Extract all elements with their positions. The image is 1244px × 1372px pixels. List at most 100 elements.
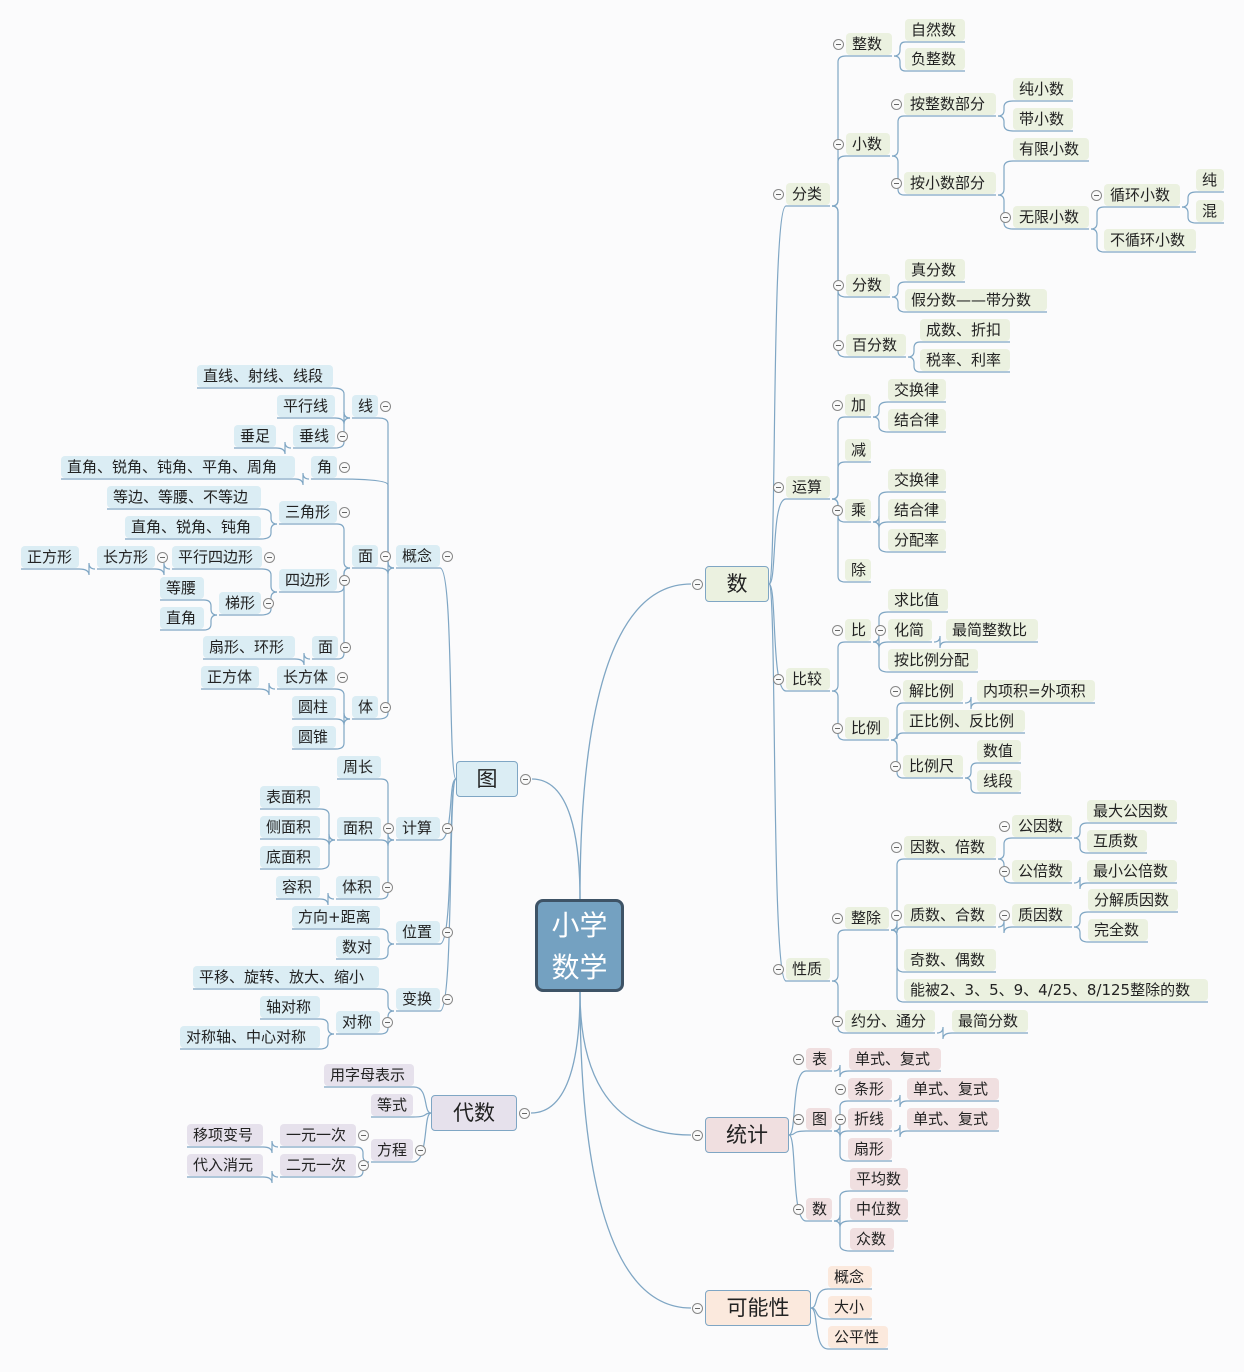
node-changfangti[interactable]: 长方体 bbox=[277, 666, 335, 688]
node-zhengfan[interactable]: 正比例、反比例 bbox=[903, 710, 1025, 732]
node-xunhuan[interactable]: 循环小数 bbox=[1104, 184, 1180, 206]
node-zhishu[interactable]: 质数、合数 bbox=[904, 904, 996, 926]
node-zhongwei[interactable]: 中位数 bbox=[850, 1198, 908, 1220]
node-daixiaoshu[interactable]: 带小数 bbox=[1013, 108, 1073, 130]
node-yunsuan[interactable]: 运算 bbox=[786, 476, 830, 498]
node-mian[interactable]: 面 bbox=[352, 545, 378, 567]
collapse-toggle-icon[interactable] bbox=[339, 574, 350, 586]
collapse-toggle-icon[interactable] bbox=[832, 1015, 843, 1027]
collapse-toggle-icon[interactable] bbox=[519, 1107, 530, 1119]
collapse-toggle-icon[interactable] bbox=[891, 909, 902, 921]
node-fenshu[interactable]: 分数 bbox=[846, 274, 890, 296]
node-baifenshu[interactable]: 百分数 bbox=[846, 334, 906, 356]
node-mianji[interactable]: 面积 bbox=[337, 817, 381, 839]
collapse-toggle-icon[interactable] bbox=[793, 1203, 804, 1215]
collapse-toggle-icon[interactable] bbox=[692, 1302, 703, 1314]
node-xianduan[interactable]: 线段 bbox=[977, 770, 1021, 792]
node-youxian[interactable]: 有限小数 bbox=[1013, 138, 1089, 160]
node-yinshu[interactable]: 因数、倍数 bbox=[904, 836, 996, 858]
collapse-toggle-icon[interactable] bbox=[1000, 211, 1011, 223]
node-zhenfenshu[interactable]: 真分数 bbox=[905, 259, 965, 281]
node-yiyuan[interactable]: 一元一次 bbox=[280, 1124, 356, 1146]
node-pingxing[interactable]: 平行线 bbox=[277, 395, 335, 417]
node-jia[interactable]: 加 bbox=[845, 394, 871, 416]
node-zhixian[interactable]: 直线、射线、线段 bbox=[197, 365, 333, 387]
node-cheng[interactable]: 乘 bbox=[845, 499, 871, 521]
collapse-toggle-icon[interactable] bbox=[380, 701, 391, 713]
collapse-toggle-icon[interactable] bbox=[890, 760, 901, 772]
node-zhengfang[interactable]: 正方形 bbox=[21, 546, 79, 568]
node-jiaos[interactable]: 直角、锐角、钝角、平角、周角 bbox=[61, 456, 295, 478]
collapse-toggle-icon[interactable] bbox=[264, 551, 275, 563]
node-daishu[interactable]: 代数 bbox=[431, 1095, 517, 1131]
node-bilichi[interactable]: 比例尺 bbox=[903, 755, 963, 777]
collapse-toggle-icon[interactable] bbox=[380, 550, 391, 562]
node-biaomianji[interactable]: 表面积 bbox=[260, 786, 320, 808]
collapse-toggle-icon[interactable] bbox=[442, 550, 453, 562]
node-buxunhuan[interactable]: 不循环小数 bbox=[1104, 229, 1196, 251]
node-jiou[interactable]: 奇数、偶数 bbox=[904, 949, 996, 971]
node-jisuan[interactable]: 计算 bbox=[396, 817, 440, 839]
node-jiao[interactable]: 角 bbox=[311, 456, 337, 478]
node-yixiang[interactable]: 移项变号 bbox=[187, 1124, 263, 1146]
node-neixiang[interactable]: 内项积=外项积 bbox=[977, 680, 1095, 702]
node-pingjun[interactable]: 平均数 bbox=[850, 1168, 908, 1190]
collapse-toggle-icon[interactable] bbox=[263, 597, 274, 609]
collapse-toggle-icon[interactable] bbox=[891, 98, 902, 110]
node-tu2[interactable]: 图 bbox=[806, 1108, 832, 1130]
collapse-toggle-icon[interactable] bbox=[833, 339, 844, 351]
node-tongji[interactable]: 统计 bbox=[705, 1117, 789, 1153]
collapse-toggle-icon[interactable] bbox=[358, 1159, 369, 1171]
node-xingzhi[interactable]: 性质 bbox=[786, 958, 830, 980]
node-gainian2[interactable]: 概念 bbox=[828, 1266, 872, 1288]
node-zuijianfenshu[interactable]: 最简分数 bbox=[952, 1010, 1028, 1032]
node-bili[interactable]: 比例 bbox=[845, 717, 889, 739]
node-wanquan[interactable]: 完全数 bbox=[1088, 919, 1148, 941]
node-cemianji[interactable]: 侧面积 bbox=[260, 816, 320, 838]
node-zhijiao[interactable]: 直角 bbox=[160, 607, 204, 629]
node-biao[interactable]: 表 bbox=[806, 1048, 832, 1070]
collapse-toggle-icon[interactable] bbox=[835, 1083, 846, 1095]
collapse-toggle-icon[interactable] bbox=[339, 506, 350, 518]
node-yuanzhu[interactable]: 圆柱 bbox=[292, 696, 336, 718]
node-gainian[interactable]: 概念 bbox=[396, 545, 440, 567]
node-huajian[interactable]: 化简 bbox=[888, 619, 932, 641]
collapse-toggle-icon[interactable] bbox=[1091, 189, 1102, 201]
node-weizhi[interactable]: 位置 bbox=[396, 921, 440, 943]
node-changfang[interactable]: 长方形 bbox=[97, 546, 155, 568]
node-fenlei[interactable]: 分类 bbox=[786, 183, 830, 205]
collapse-toggle-icon[interactable] bbox=[340, 641, 351, 653]
node-jia_jh2[interactable]: 结合律 bbox=[888, 409, 946, 431]
node-shanxing[interactable]: 扇形 bbox=[848, 1138, 892, 1160]
node-jiebili[interactable]: 解比例 bbox=[903, 680, 963, 702]
collapse-toggle-icon[interactable] bbox=[380, 400, 391, 412]
collapse-toggle-icon[interactable] bbox=[875, 624, 886, 636]
node-sibian[interactable]: 四边形 bbox=[279, 569, 337, 591]
node-bijiao[interactable]: 比较 bbox=[786, 668, 830, 690]
node-dengbian[interactable]: 等边、等腰、不等边 bbox=[107, 486, 261, 508]
node-zhijiao3[interactable]: 直角、锐角、钝角 bbox=[125, 516, 261, 538]
collapse-toggle-icon[interactable] bbox=[692, 578, 703, 590]
node-tu[interactable]: 图 bbox=[456, 761, 518, 797]
node-pingyi[interactable]: 平移、旋转、放大、缩小 bbox=[193, 966, 379, 988]
node-shu[interactable]: 数 bbox=[705, 566, 769, 602]
node-chu[interactable]: 除 bbox=[845, 559, 871, 581]
node-gongbei[interactable]: 公倍数 bbox=[1012, 860, 1072, 882]
node-biao_d[interactable]: 单式、复式 bbox=[849, 1048, 941, 1070]
collapse-toggle-icon[interactable] bbox=[833, 138, 844, 150]
node-dairu[interactable]: 代入消元 bbox=[187, 1154, 263, 1176]
node-zhiyinshu[interactable]: 质因数 bbox=[1012, 904, 1072, 926]
collapse-toggle-icon[interactable] bbox=[773, 481, 784, 493]
node-daxiao[interactable]: 大小 bbox=[828, 1296, 872, 1318]
node-shuilv[interactable]: 税率、利率 bbox=[920, 349, 1010, 371]
node-anzhengshu[interactable]: 按整数部分 bbox=[904, 93, 996, 115]
node-duichengzhou[interactable]: 对称轴、中心对称 bbox=[180, 1026, 320, 1048]
node-mian2[interactable]: 面 bbox=[312, 636, 338, 658]
node-hun[interactable]: 混 bbox=[1196, 200, 1224, 222]
collapse-toggle-icon[interactable] bbox=[337, 430, 348, 442]
node-tixing[interactable]: 梯形 bbox=[219, 592, 261, 614]
node-duicheng[interactable]: 对称 bbox=[336, 1011, 380, 1033]
node-chuixian[interactable]: 垂线 bbox=[293, 425, 335, 447]
node-sanjiao[interactable]: 三角形 bbox=[279, 501, 337, 523]
collapse-toggle-icon[interactable] bbox=[383, 822, 394, 834]
